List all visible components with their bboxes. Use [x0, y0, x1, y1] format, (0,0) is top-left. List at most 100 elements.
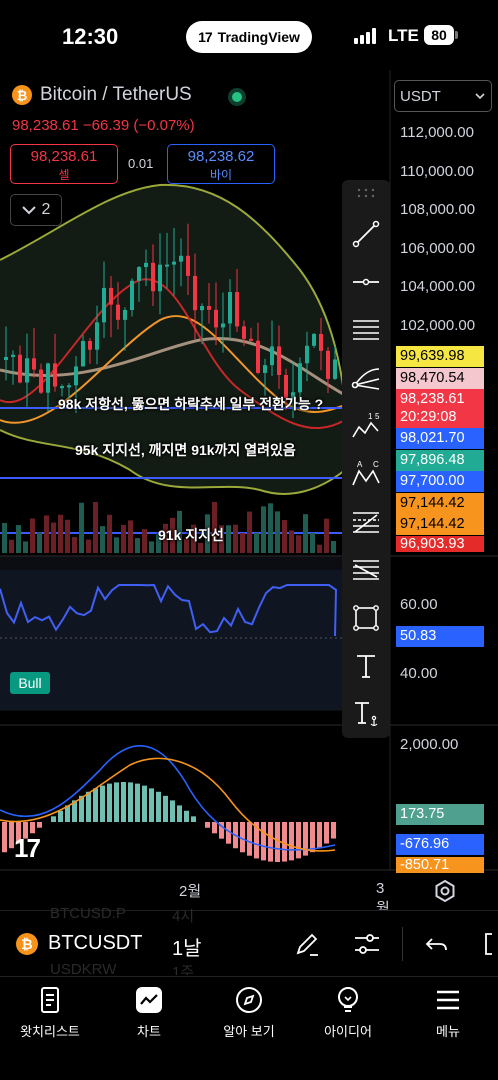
support-annotation-95k[interactable]: 95k 지지선, 깨지면 91k까지 열려있음 — [75, 440, 296, 460]
macd-histogram-bar — [191, 816, 196, 822]
macd-histogram-bar — [37, 822, 42, 828]
nav-label: 메뉴 — [436, 1024, 460, 1039]
price-axis-label: 110,000.00 — [400, 163, 474, 180]
candle-body — [207, 306, 211, 310]
candle-body — [200, 306, 204, 311]
nav-ideas[interactable]: 아이디어 — [298, 985, 398, 1040]
macd-histogram-bar — [170, 800, 175, 822]
toolbar-divider — [402, 927, 403, 961]
support-annotation-91k[interactable]: 91k 지지선 — [158, 525, 224, 545]
macd-histogram-bar — [93, 788, 98, 822]
price-axis-label: 102,000.00 — [400, 317, 476, 334]
rectangle-tool[interactable] — [346, 598, 386, 638]
indicators-settings-icon[interactable] — [352, 929, 382, 959]
parallel-channel-icon — [353, 320, 379, 340]
volume-bar — [296, 535, 301, 553]
candle-body — [165, 264, 169, 267]
tradingview-logo-icon: 17 — [198, 29, 213, 45]
nav-watchlist[interactable]: 왓치리스트 — [0, 985, 100, 1040]
trend-line-tool[interactable] — [346, 214, 386, 254]
candle-body — [102, 287, 106, 323]
fib-retracement-tool[interactable] — [346, 502, 386, 542]
volume-bar — [30, 518, 35, 553]
macd-histogram-bar — [247, 822, 252, 856]
nav-label: 아이디어 — [324, 1024, 372, 1039]
symbol-header[interactable]: ₿ Bitcoin / TetherUS — [12, 84, 192, 106]
indicators-collapse-button[interactable]: 2 — [10, 194, 62, 226]
chart-settings-icon[interactable] — [432, 878, 458, 904]
rectangle-icon — [353, 605, 379, 631]
currency-select[interactable]: USDT — [394, 80, 492, 112]
nav-menu[interactable]: 메뉴 — [398, 985, 498, 1040]
abcd-pattern-icon: AC — [352, 460, 380, 486]
candle-body — [326, 350, 330, 379]
buy-button[interactable]: 98,238.62 바이 — [167, 144, 275, 184]
macd-histogram-bar — [240, 822, 245, 853]
candle-body — [137, 267, 141, 281]
tradingview-watermark-icon: 17 — [14, 833, 41, 863]
market-open-status-icon — [228, 88, 246, 106]
macd-histogram-bar — [128, 782, 133, 822]
chart-icon — [136, 987, 162, 1013]
candle-body — [11, 354, 15, 357]
candle-body — [228, 292, 232, 324]
hamburger-menu-icon — [437, 990, 459, 1010]
bitcoin-logo-icon: ₿ — [16, 933, 38, 955]
drawing-pen-icon[interactable] — [292, 929, 322, 959]
candle-body — [130, 280, 134, 310]
candle-body — [151, 262, 155, 292]
pitchfork-tool[interactable] — [346, 358, 386, 398]
macd-histogram-bar — [149, 788, 154, 822]
volume-bar — [37, 532, 42, 553]
candle-body — [172, 261, 176, 265]
price-axis-label: 108,000.00 — [400, 201, 476, 218]
volume-bar — [261, 506, 266, 553]
macd-histogram-bar — [296, 822, 301, 859]
horizontal-ray-tool[interactable] — [346, 262, 386, 302]
candle-body — [263, 365, 267, 373]
interval-selector[interactable]: 1날 — [172, 932, 202, 961]
volume-bar — [72, 537, 77, 553]
macd-hist-tag: 173.75 — [396, 804, 484, 825]
battery-tip — [455, 31, 458, 39]
candle-body — [333, 359, 337, 379]
buy-price: 98,238.62 — [187, 148, 255, 165]
volume-bar — [44, 515, 49, 553]
volume-bar — [275, 511, 280, 553]
macd-axis-top: 2,000.00 — [400, 736, 459, 753]
candle-body — [18, 354, 22, 383]
tradingview-pill[interactable]: 17 TradingView — [186, 21, 312, 53]
drawing-toolbar: 15 AC — [342, 180, 390, 738]
price-tag: 20:29:08 — [396, 407, 484, 428]
currency-value: USDT — [400, 87, 441, 105]
macd-histogram-bar — [163, 795, 168, 822]
macd-histogram-bar — [205, 822, 210, 828]
symbol-selector[interactable]: BTCUSDT — [48, 932, 142, 955]
volume-bar — [254, 532, 259, 553]
sell-button[interactable]: 98,238.61 셀 — [10, 144, 118, 184]
macd-histogram-bar — [268, 822, 273, 862]
drag-handle-icon[interactable] — [356, 188, 376, 198]
abcd-pattern-tool[interactable]: AC — [346, 454, 386, 494]
candle-body — [186, 255, 190, 276]
undo-icon[interactable] — [422, 929, 452, 959]
pitchfork-icon — [351, 368, 380, 390]
indicator-count: 2 — [41, 201, 51, 218]
fullscreen-icon[interactable] — [480, 929, 498, 959]
macd-histogram-bar — [324, 822, 329, 844]
watchlist-icon — [41, 987, 59, 1013]
text-tool[interactable] — [346, 646, 386, 686]
fib-extension-tool[interactable] — [346, 550, 386, 590]
candle-body — [305, 345, 309, 364]
volume-bar — [86, 539, 91, 553]
anchored-text-tool[interactable] — [346, 694, 386, 734]
nav-explore[interactable]: 알아 보기 — [199, 985, 299, 1040]
anchored-text-icon — [355, 702, 378, 727]
parallel-channel-tool[interactable] — [346, 310, 386, 350]
nav-chart[interactable]: 차트 — [99, 985, 199, 1040]
volume-bar — [282, 520, 287, 553]
candle-body — [319, 333, 323, 351]
candle-body — [242, 326, 246, 339]
resistance-annotation[interactable]: 98k 저항선, 뚫으면 하락추세 일부 전환가능 ? — [58, 394, 323, 414]
xabcd-pattern-tool[interactable]: 15 — [346, 406, 386, 446]
